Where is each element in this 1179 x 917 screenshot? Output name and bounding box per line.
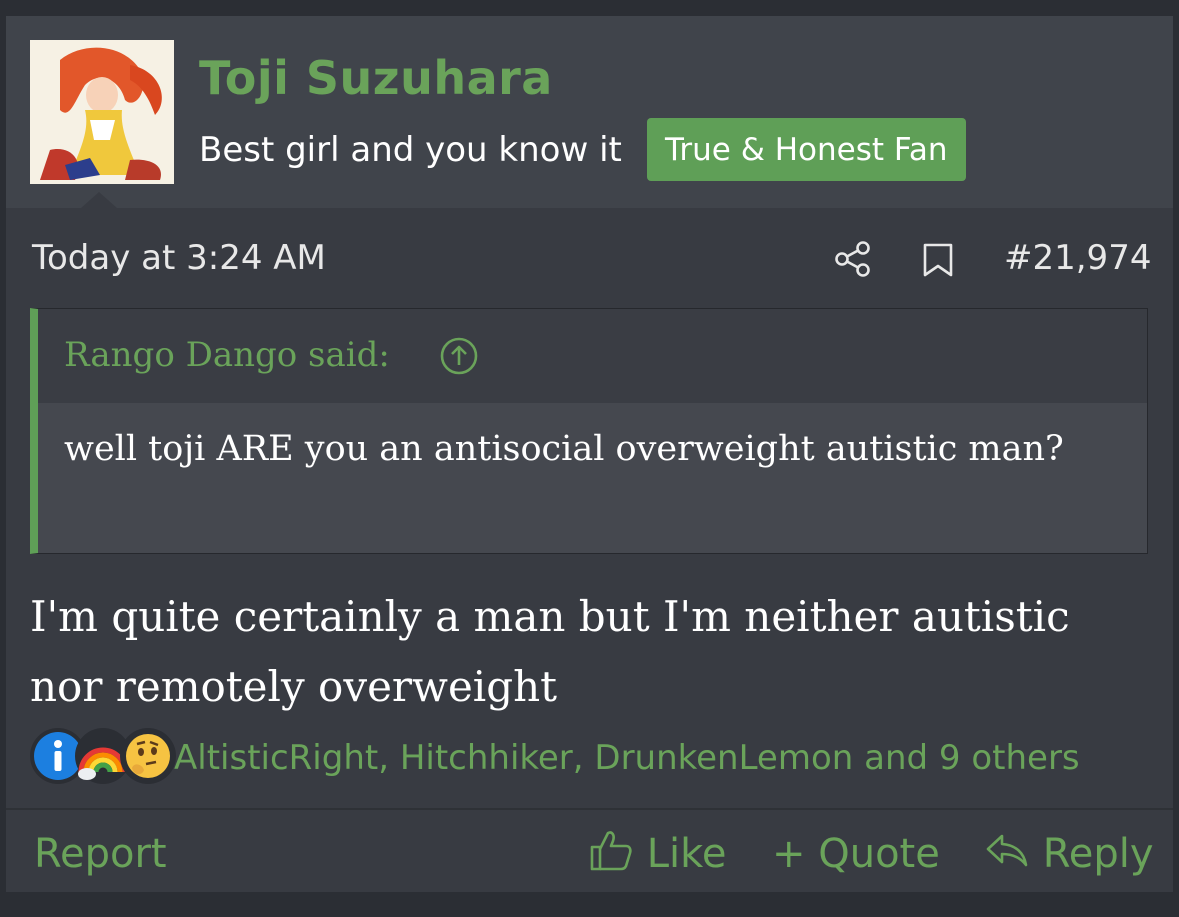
reply-button[interactable]: Reply	[984, 826, 1154, 882]
reaction-users[interactable]: AltisticRight, Hitchhiker, DrunkenLemon …	[174, 734, 1080, 782]
avatar[interactable]	[30, 40, 174, 184]
arrow-up-circle-icon[interactable]	[439, 336, 479, 376]
reply-label: Reply	[1042, 831, 1154, 877]
post-number[interactable]: #21,974	[1004, 234, 1151, 282]
footer-divider	[6, 808, 1173, 810]
quote-author[interactable]: Rango Dango said:	[64, 331, 390, 379]
thinking-face-icon	[120, 728, 176, 784]
post: Toji Suzuhara Best girl and you know it …	[6, 16, 1173, 892]
report-button[interactable]: Report	[34, 826, 167, 882]
reply-arrow-icon	[986, 834, 1028, 867]
like-button[interactable]: Like	[588, 826, 726, 882]
plus-icon: +	[772, 831, 806, 877]
user-title: Best girl and you know it	[199, 130, 622, 170]
user-header: Toji Suzuhara Best girl and you know it …	[6, 16, 1173, 208]
reaction-icons[interactable]	[30, 728, 176, 788]
share-icon[interactable]	[834, 240, 872, 278]
quote-header: Rango Dango said:	[38, 309, 1147, 403]
post-date[interactable]: Today at 3:24 AM	[32, 234, 326, 282]
anime-avatar-image	[30, 40, 174, 184]
report-label: Report	[34, 831, 167, 877]
thumbs-up-icon	[590, 831, 632, 871]
quote-text: well toji ARE you an antisocial overweig…	[64, 429, 1064, 469]
like-label: Like	[646, 831, 727, 877]
quote-label: Quote	[818, 831, 940, 877]
quote-body: well toji ARE you an antisocial overweig…	[38, 403, 1147, 553]
message-body: I'm quite certainly a man but I'm neithe…	[30, 592, 1070, 711]
quote-button[interactable]: + Quote	[772, 826, 940, 882]
user-banner: True & Honest Fan	[647, 118, 966, 181]
bookmark-icon[interactable]	[921, 242, 955, 278]
header-pointer	[81, 192, 117, 208]
quote-block: Rango Dango said: well toji ARE you an a…	[30, 308, 1148, 554]
username[interactable]: Toji Suzuhara	[199, 46, 553, 110]
